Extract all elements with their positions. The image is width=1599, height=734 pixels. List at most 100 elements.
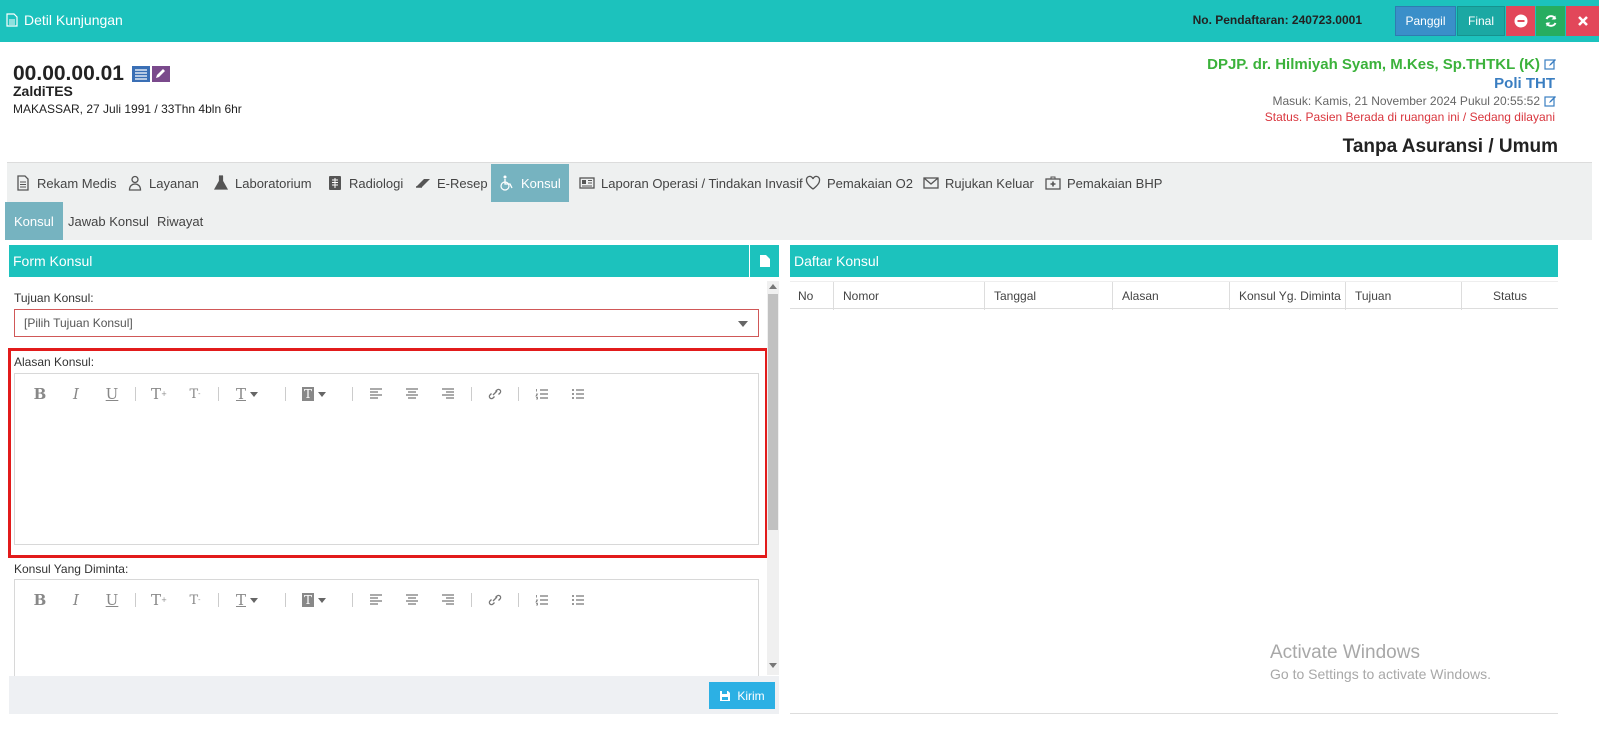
- superscript-icon[interactable]: T +: [146, 588, 172, 612]
- flask-icon: [213, 175, 229, 190]
- edit-icon[interactable]: [1544, 95, 1557, 108]
- poli-name: Poli THT: [1494, 75, 1555, 92]
- italic-icon[interactable]: I: [63, 588, 89, 612]
- tab-layanan[interactable]: Layanan: [119, 164, 207, 202]
- tujuan-konsul-value: [Pilih Tujuan Konsul]: [24, 316, 133, 330]
- document-icon: [6, 13, 18, 27]
- align-right-icon[interactable]: [435, 588, 461, 612]
- edit-icon[interactable]: [151, 66, 170, 82]
- scroll-down-icon[interactable]: [769, 663, 777, 668]
- panggil-button[interactable]: Panggil: [1395, 6, 1456, 36]
- dpjp-doctor: DPJP. dr. Hilmiyah Syam, M.Kes, Sp.THTKL…: [1207, 56, 1557, 73]
- tab-pemakaian-bhp[interactable]: Pemakaian BHP: [1037, 164, 1170, 202]
- konsul-diminta-editor[interactable]: B I U T + T- T T: [14, 579, 759, 676]
- tab-rujukan-keluar[interactable]: Rujukan Keluar: [915, 164, 1042, 202]
- window-title-text: Detil Kunjungan: [24, 12, 123, 28]
- subscript-icon[interactable]: T-: [182, 588, 208, 612]
- editor-toolbar: B I U T + T- T T: [15, 580, 758, 620]
- close-icon: [1577, 16, 1588, 26]
- file-icon: [17, 175, 29, 191]
- tujuan-konsul-select[interactable]: [Pilih Tujuan Konsul]: [14, 309, 759, 337]
- refresh-icon: [1545, 15, 1556, 27]
- form-scrollbar-thumb[interactable]: [768, 294, 778, 530]
- tab-label: Rujukan Keluar: [945, 175, 1034, 191]
- text-color-icon[interactable]: T: [296, 588, 332, 612]
- scroll-up-icon[interactable]: [769, 284, 777, 289]
- medkit-icon: [1045, 176, 1061, 190]
- edit-icon[interactable]: [1544, 58, 1557, 71]
- daftar-konsul-header: Daftar Konsul: [790, 245, 1558, 277]
- link-icon[interactable]: [482, 588, 508, 612]
- dpjp-text: DPJP. dr. Hilmiyah Syam, M.Kes, Sp.THTKL…: [1207, 56, 1540, 73]
- chevron-down-icon: [738, 321, 748, 327]
- insurance-type: Tanpa Asuransi / Umum: [1342, 136, 1558, 157]
- minus-circle-button[interactable]: [1506, 6, 1535, 36]
- patient-name: ZaldiTES: [13, 83, 73, 99]
- tab-label: Layanan: [149, 175, 199, 191]
- konsul-diminta-label: Konsul Yang Diminta:: [14, 562, 129, 576]
- align-left-icon[interactable]: [363, 588, 389, 612]
- column-header[interactable]: Alasan: [1112, 282, 1229, 310]
- form-footer: [9, 676, 779, 714]
- new-document-button[interactable]: [749, 245, 779, 277]
- activate-windows-title: Activate Windows: [1270, 642, 1420, 663]
- patient-status: Status. Pasien Berada di ruangan ini / S…: [1264, 110, 1555, 124]
- newspaper-icon: [579, 177, 595, 189]
- column-header[interactable]: Nomor: [833, 282, 984, 310]
- file-icon: [759, 255, 770, 267]
- kirim-button[interactable]: Kirim: [709, 682, 775, 709]
- tab-laporan-operasi[interactable]: Laporan Operasi / Tindakan Invasif: [571, 164, 811, 202]
- kirim-label: Kirim: [737, 688, 765, 703]
- subtab-riwayat[interactable]: Riwayat: [148, 202, 212, 240]
- ordered-list-icon[interactable]: [529, 588, 555, 612]
- column-header[interactable]: Tanggal: [984, 282, 1112, 310]
- font-size-icon[interactable]: T: [229, 588, 265, 612]
- tab-pemakaian-o2[interactable]: Pemakaian O2: [797, 164, 921, 202]
- tab-konsul[interactable]: Konsul: [491, 164, 569, 202]
- column-header[interactable]: Konsul Yg. Diminta: [1229, 282, 1345, 310]
- column-header[interactable]: No: [790, 282, 833, 310]
- tab-label: Konsul: [521, 175, 561, 191]
- form-konsul-header: Form Konsul: [9, 245, 779, 277]
- align-center-icon[interactable]: [399, 588, 425, 612]
- xray-icon: [329, 176, 341, 190]
- tab-label: Radiologi: [349, 175, 404, 191]
- subtab-konsul[interactable]: Konsul: [5, 202, 63, 240]
- list-icon[interactable]: [131, 66, 150, 82]
- tab-rekam-medis[interactable]: Rekam Medis: [7, 164, 124, 202]
- column-header[interactable]: Tujuan: [1345, 282, 1461, 310]
- patient-birth: MAKASSAR, 27 Juli 1991 / 33Thn 4bln 6hr: [13, 102, 242, 116]
- tab-e-resep[interactable]: E-Resep: [407, 164, 496, 202]
- save-icon: [720, 690, 731, 701]
- final-button[interactable]: Final: [1457, 6, 1505, 36]
- tab-label: Rekam Medis: [37, 175, 117, 191]
- alasan-konsul-highlight: [8, 348, 768, 558]
- table-bottom-border: [790, 713, 1558, 714]
- tab-label: Laboratorium: [235, 175, 312, 191]
- doctor-icon: [128, 175, 142, 191]
- tab-label: Pemakaian BHP: [1067, 175, 1163, 191]
- underline-icon[interactable]: U: [99, 588, 125, 612]
- bold-icon[interactable]: B: [27, 588, 53, 612]
- form-konsul-title: Form Konsul: [13, 253, 93, 269]
- minus-circle-icon: [1514, 14, 1527, 28]
- subtab-jawab-konsul[interactable]: Jawab Konsul: [59, 202, 158, 240]
- tab-label: E-Resep: [437, 175, 488, 191]
- top-bar: Detil Kunjungan No. Pendaftaran: 240723.…: [0, 0, 1599, 42]
- daftar-konsul-title: Daftar Konsul: [794, 253, 879, 269]
- tab-radiologi[interactable]: Radiologi: [319, 164, 411, 202]
- wheelchair-icon: [500, 175, 513, 191]
- tujuan-konsul-label: Tujuan Konsul:: [14, 291, 94, 305]
- admission-time: Masuk: Kamis, 21 November 2024 Pukul 20:…: [1273, 94, 1557, 108]
- activate-windows-hint: Go to Settings to activate Windows.: [1270, 666, 1491, 682]
- tab-label: Pemakaian O2: [827, 175, 913, 191]
- heart-icon: [805, 175, 821, 190]
- envelope-icon: [923, 177, 939, 189]
- refresh-button[interactable]: [1536, 6, 1565, 36]
- column-header[interactable]: Status: [1461, 282, 1558, 310]
- tab-label: Laporan Operasi / Tindakan Invasif: [601, 175, 803, 191]
- tab-laboratorium[interactable]: Laboratorium: [205, 164, 320, 202]
- close-button[interactable]: [1566, 6, 1599, 36]
- bullet-list-icon[interactable]: [565, 588, 591, 612]
- admission-text: Masuk: Kamis, 21 November 2024 Pukul 20:…: [1272, 94, 1540, 108]
